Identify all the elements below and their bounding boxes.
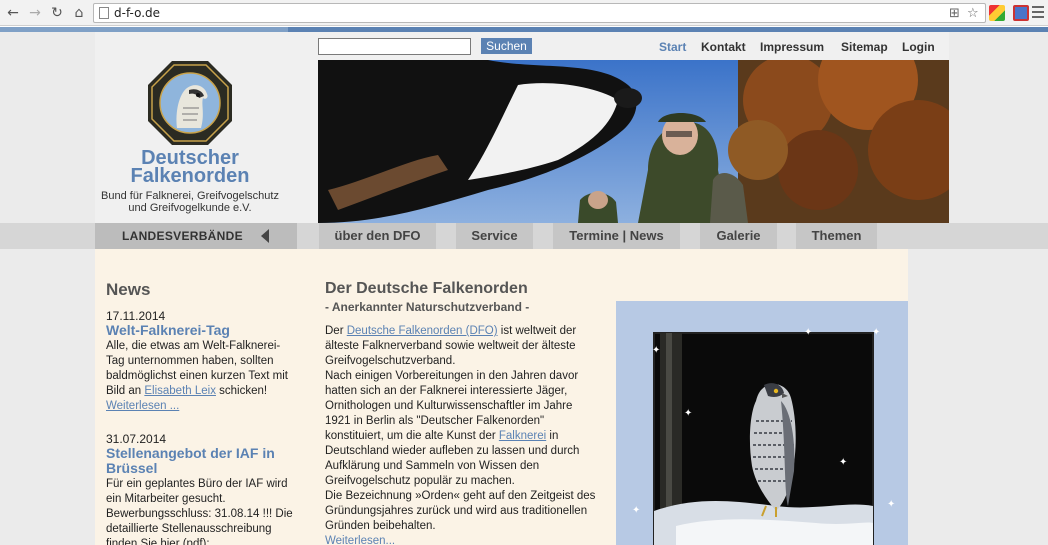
star-icon: ✦ — [839, 457, 848, 468]
news-author-link[interactable]: Elisabeth Leix — [144, 385, 216, 397]
news-text: Alle, die etwas am Welt-Falknerei-Tag un… — [106, 339, 296, 414]
news-title[interactable]: Welt-Falknerei-Tag — [106, 323, 291, 338]
reload-icon[interactable]: ↻ — [48, 4, 66, 22]
bookmark-star-icon[interactable]: ☆ — [967, 6, 979, 21]
nav-login[interactable]: Login — [902, 40, 935, 54]
star-icon: ✦ — [684, 408, 693, 419]
back-icon[interactable]: ← — [4, 4, 22, 22]
landesverbaende-button[interactable]: LANDESVERBÄNDE — [95, 223, 297, 249]
news-title-line[interactable]: Brüssel — [106, 461, 291, 476]
star-icon: ✦ — [804, 327, 813, 338]
extension-icon[interactable] — [989, 5, 1005, 21]
landesverbaende-label: LANDESVERBÄNDE — [122, 229, 243, 243]
main-heading: Der Deutsche Falkenorden — [325, 280, 528, 297]
news-text-part: schicken! — [215, 385, 268, 397]
tab-termine-news[interactable]: Termine | News — [553, 223, 680, 249]
nav-kontakt[interactable]: Kontakt — [701, 40, 746, 54]
brand-line[interactable]: Falkenorden — [95, 166, 285, 186]
news-date: 17.11.2014 — [106, 309, 166, 323]
tagline: Bund für Falknerei, Greifvogelschutz und… — [95, 190, 285, 214]
main-text-part: Der — [325, 325, 347, 337]
hero-image — [318, 60, 949, 223]
tagline-line: und Greifvogelkunde e.V. — [128, 202, 252, 214]
main-text: Der Deutsche Falkenorden (DFO) ist weltw… — [325, 324, 597, 545]
star-icon: ✦ — [872, 327, 881, 338]
star-icon: ✦ — [887, 499, 896, 510]
tab-ueber-den-dfo[interactable]: über den DFO — [319, 223, 436, 249]
tagline-line: Bund für Falknerei, Greifvogelschutz — [101, 190, 279, 202]
page-icon — [99, 7, 109, 19]
forward-icon[interactable]: → — [26, 4, 44, 22]
browser-menu-icon[interactable] — [1032, 6, 1044, 20]
read-more-link[interactable]: Weiterlesen... — [325, 535, 395, 545]
home-icon[interactable]: ⌂ — [70, 4, 88, 22]
nav-start[interactable]: Start — [659, 40, 686, 54]
address-url[interactable]: d-f-o.de — [114, 6, 160, 20]
arrow-left-icon — [261, 229, 269, 243]
main-text-part: Die Bezeichnung »Orden« geht auf den Zei… — [325, 490, 596, 532]
news-title[interactable]: Stellenangebot der IAF in Brüssel — [106, 446, 291, 476]
search-input[interactable] — [318, 38, 471, 55]
falknerei-link[interactable]: Falknerei — [499, 430, 546, 442]
nav-sitemap[interactable]: Sitemap — [841, 40, 888, 54]
star-icon: ✦ — [632, 505, 641, 516]
browser-toolbar: ← → ↻ ⌂ d-f-o.de ⊞ ☆ — [0, 0, 1048, 26]
news-heading: News — [106, 280, 151, 299]
star-icon: ✦ — [652, 345, 661, 356]
tab-galerie[interactable]: Galerie — [700, 223, 777, 249]
tab-service[interactable]: Service — [456, 223, 533, 249]
nav-impressum[interactable]: Impressum — [760, 40, 824, 54]
translate-icon[interactable]: ⊞ — [949, 6, 960, 21]
news-title-line[interactable]: Stellenangebot der IAF in — [106, 446, 291, 461]
web-page: Deutscher Falkenorden Bund für Falknerei… — [0, 27, 1048, 545]
dfo-link[interactable]: Deutsche Falkenorden (DFO) — [347, 325, 498, 337]
read-more-link[interactable]: Weiterlesen ... — [106, 400, 179, 412]
featured-photo[interactable]: ✦ ✦ ✦ ✦ ✦ ✦ ✦ — [616, 301, 908, 545]
news-text: Für ein geplantes Büro der IAF wird ein … — [106, 478, 293, 545]
extension-icon[interactable] — [1013, 5, 1029, 21]
address-bar[interactable]: d-f-o.de ⊞ ☆ — [93, 3, 986, 23]
tab-themen[interactable]: Themen — [796, 223, 877, 249]
brand-name[interactable]: Deutscher Falkenorden — [95, 148, 285, 186]
news-date: 31.07.2014 — [106, 432, 167, 446]
hawk-photo — [653, 332, 874, 545]
falcon-logo[interactable] — [147, 60, 233, 146]
main-subheading: - Anerkannter Naturschutzverband - — [325, 300, 530, 314]
search-button[interactable]: Suchen — [481, 38, 532, 54]
